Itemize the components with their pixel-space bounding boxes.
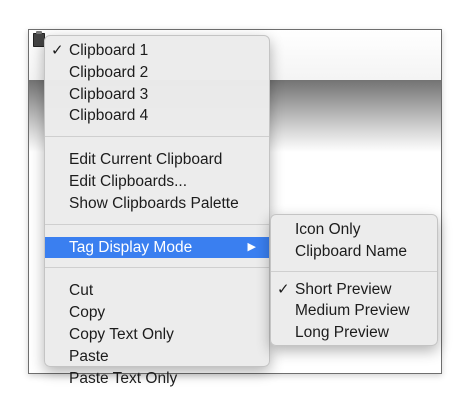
menu-item-label: Short Preview: [295, 280, 392, 298]
menu-item-label: Paste Text Only: [69, 369, 178, 387]
menu-item-clipboard-2[interactable]: Clipboard 2: [45, 62, 269, 84]
submenu-item-medium-preview[interactable]: Medium Preview: [271, 300, 437, 322]
submenu-arrow-icon: ▶: [247, 240, 256, 253]
menu-item-clipboard-4[interactable]: Clipboard 4: [45, 105, 269, 127]
menu-separator: [45, 267, 269, 269]
menu-item-label: Clipboard 3: [69, 85, 149, 103]
menu-separator: [271, 270, 437, 272]
menu-item-label: Copy Text Only: [69, 325, 174, 343]
tag-display-mode-submenu: Icon Only Clipboard Name ✓ Short Preview…: [270, 214, 438, 346]
menu-item-edit-clipboards[interactable]: Edit Clipboards...: [45, 171, 269, 193]
menu-separator: [45, 223, 269, 225]
menu-item-label: Medium Preview: [295, 302, 410, 320]
menu-item-label: Clipboard 4: [69, 107, 149, 125]
menu-item-paste-text-only[interactable]: Paste Text Only: [45, 368, 269, 390]
menu-item-label: Clipboard 1: [69, 42, 149, 59]
menu-item-label: Long Preview: [295, 324, 389, 342]
menu-separator: [45, 136, 269, 138]
submenu-item-long-preview[interactable]: Long Preview: [271, 322, 437, 344]
menu-item-label: Copy: [69, 304, 106, 322]
menu-item-tag-display-mode[interactable]: Tag Display Mode ▶: [45, 236, 269, 259]
context-menu: ✓ Clipboard 1 Clipboard 2 Clipboard 3 Cl…: [44, 35, 270, 387]
submenu-item-clipboard-name[interactable]: Clipboard Name: [271, 241, 437, 263]
menu-item-show-clipboards-palette[interactable]: Show Clipboards Palette: [45, 193, 269, 215]
menu-item-label: Icon Only: [295, 221, 361, 238]
checkmark-icon: ✓: [51, 42, 64, 59]
menu-item-clipboard-1[interactable]: ✓ Clipboard 1: [45, 40, 269, 62]
menu-item-label: Paste: [69, 347, 109, 365]
menu-item-label: Cut: [69, 282, 94, 300]
checkmark-icon: ✓: [277, 280, 290, 298]
menu-item-label: Clipboard 2: [69, 63, 149, 81]
menu-item-label: Edit Clipboards...: [69, 172, 188, 190]
menu-item-copy-text-only[interactable]: Copy Text Only: [45, 324, 269, 346]
menu-item-cut[interactable]: Cut: [45, 280, 269, 302]
submenu-item-short-preview[interactable]: ✓ Short Preview: [271, 279, 437, 301]
menu-item-label: Edit Current Clipboard: [69, 151, 223, 169]
submenu-item-icon-only[interactable]: Icon Only: [271, 219, 437, 241]
menu-item-label: Tag Display Mode: [69, 238, 193, 256]
menu-item-label: Clipboard Name: [295, 242, 407, 260]
menu-item-edit-current-clipboard[interactable]: Edit Current Clipboard: [45, 149, 269, 171]
menu-item-label: Show Clipboards Palette: [69, 194, 239, 212]
menu-item-clipboard-3[interactable]: Clipboard 3: [45, 84, 269, 106]
menu-item-copy[interactable]: Copy: [45, 302, 269, 324]
menu-item-paste[interactable]: Paste: [45, 346, 269, 368]
